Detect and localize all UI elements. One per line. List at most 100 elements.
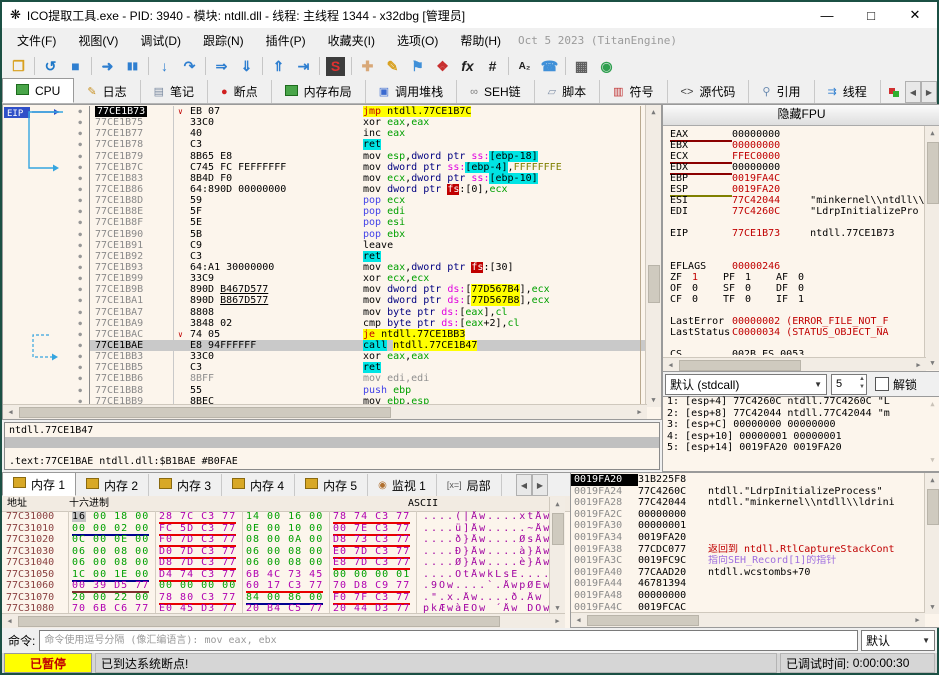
calling-convention-select[interactable]: 默认 (stdcall) ▼ (665, 373, 827, 395)
stack-vscrollbar[interactable]: ▲ ▼ (924, 473, 939, 614)
disasm-row[interactable]: ● 77CE1B75 33C0 xor eax,eax (3, 117, 647, 129)
disasm-row[interactable]: ●77CE1B8E5Fpop ediedi (3, 206, 647, 218)
settings-icon[interactable]: S (323, 55, 348, 78)
breakpoint-dot[interactable]: ● (78, 240, 82, 251)
breakpoint-dot[interactable]: ● (78, 162, 82, 173)
breakpoint-dot[interactable]: ● (78, 329, 82, 340)
breakpoint-dot[interactable]: ● (78, 206, 82, 217)
breakpoint-dot[interactable]: ● (78, 307, 82, 318)
dump-row[interactable]: 77C31070 20 00 22 00 78 80 C3 77 84 00 86 0… (2, 591, 550, 605)
register-row[interactable]: EBX 00000000 (663, 140, 925, 151)
stack-row[interactable]: 0019FA40 77CAAD20 ntdll.wcstombs+70 (571, 567, 926, 579)
disasm-row[interactable]: ● 77CE1BB3 33C0 xor eax,eax (3, 351, 647, 363)
disasm-row[interactable]: ● 77CE1BAC ∨ 74 05 je ntdll.77CE1BB3 (3, 328, 647, 340)
command-input[interactable] (39, 630, 858, 651)
register-row[interactable]: EFLAGS 00000246 (663, 261, 925, 272)
breakpoint-dot[interactable]: ● (78, 385, 82, 396)
step-into-icon[interactable]: ↓ (152, 55, 177, 78)
breakpoint-dot[interactable]: ● (78, 184, 82, 195)
comment-icon[interactable]: ✎ (380, 55, 405, 78)
disasm-hscrollbar[interactable]: ◀ ▶ (3, 404, 647, 419)
tab-references[interactable]: ⚲ 引用 (749, 80, 815, 103)
tab-notes[interactable]: ▤ 笔记 (140, 80, 208, 103)
open-file-icon[interactable]: ❐ (6, 55, 31, 78)
stack-hscrollbar[interactable]: ◀ ▶ (571, 612, 925, 627)
dump-row[interactable]: 77C31000 16 00 18 00 28 7C C3 77 14 00 16 0… (2, 511, 550, 524)
minimize-button[interactable]: — (805, 2, 849, 28)
disasm-row[interactable]: ● 77CE1B90 5B pop ebx (3, 228, 647, 240)
argument-row[interactable]: 2: [esp+8] 77C42044 ntdll.77C42044 "m (663, 408, 925, 420)
menu-item-2[interactable]: 调试(D) (129, 29, 192, 51)
register-row[interactable]: CS 002B ES 0053 (663, 349, 925, 355)
menu-item-4[interactable]: 插件(P) (255, 29, 317, 51)
dump-tab-6[interactable]: ◉ 监视 1 (368, 474, 437, 496)
dump-vscrollbar[interactable]: ▲ ▼ (549, 497, 565, 615)
disasm-row[interactable]: ● 77CE1B93 64:A1 30000000 mov eax,dword ptr… (3, 261, 647, 274)
tab-script[interactable]: ▱ 脚本 (534, 80, 601, 103)
tab-threads[interactable]: ⇉ 线程 (814, 80, 881, 103)
stack-row[interactable]: 0019FA30 00000001 (571, 520, 926, 532)
stack-row[interactable]: 0019FA38 77CDC077 返回到 ntdll.RtlCaptureStac… (571, 544, 926, 556)
stack-row[interactable]: 0019FA48 00000000 (571, 590, 926, 602)
stack-row[interactable]: 0019FA20 31B225F8 (571, 474, 926, 486)
disasm-vscrollbar[interactable]: ▲ ▼ (645, 105, 661, 407)
label-icon[interactable]: ⚑ (405, 55, 430, 78)
breakpoint-dot[interactable]: ● (78, 229, 82, 240)
disasm-row[interactable]: ● 77CE1B79 8B65 E8 mov esp,dword ptr ss:[eb… (3, 150, 647, 162)
tab-log[interactable]: ✎ 日志 (74, 80, 141, 103)
disasm-row[interactable]: ● 77CE1BB8 55 push ebp (3, 384, 647, 396)
register-row[interactable]: LastError 00000002 (ERROR_FILE_NOT_F (663, 316, 925, 327)
breakpoint-dot[interactable]: ● (78, 318, 82, 329)
argument-count-spinner[interactable]: 5 ▲ ▼ (831, 373, 867, 395)
close-button[interactable]: ✕ (893, 2, 937, 28)
menu-item-3[interactable]: 跟踪(N) (192, 29, 255, 51)
menu-item-7[interactable]: 帮助(H) (449, 29, 512, 51)
globe-icon[interactable]: ◉ (594, 55, 619, 78)
command-profile-select[interactable]: 默认 ▼ (861, 630, 935, 651)
breakpoint-dot[interactable]: ● (78, 340, 82, 351)
disasm-row[interactable]: ● 77CE1B7C C745 FC FEFFFFFF mov dword ptr s… (3, 161, 647, 173)
run-icon[interactable]: ➜ (95, 55, 120, 78)
dump-tab-7[interactable]: [x=] 局部 (437, 474, 502, 496)
disasm-row[interactable]: ● 77CE1B77 40 inc eax (3, 128, 647, 140)
dump-tab-4[interactable]: 内存 4 (222, 474, 296, 496)
breakpoint-dot[interactable]: ● (78, 295, 82, 306)
argument-row[interactable]: 1: [esp+4] 77C4260C ntdll.77C4260C "L (663, 396, 925, 408)
calculator-icon[interactable]: ▦ (569, 55, 594, 78)
dump-tab-5[interactable]: 内存 5 (295, 474, 369, 496)
handles-icon[interactable]: ☎ (537, 55, 562, 78)
disasm-row[interactable]: ● 77CE1B92 C3 ret (3, 250, 647, 262)
register-row[interactable]: ESI 77C42044 "minkernel\\ntdll\\ (663, 195, 925, 206)
stack-row[interactable]: 0019FA44 46781394 (571, 578, 926, 590)
step-out-icon[interactable]: ⇑ (266, 55, 291, 78)
dump-tab-2[interactable]: 内存 2 (76, 474, 150, 496)
disasm-row[interactable]: ● 77CE1B8D 59 pop ecx (3, 195, 647, 207)
tab-source[interactable]: <> 源代码 (667, 80, 750, 103)
breakpoint-dot[interactable]: ● (78, 362, 82, 373)
menu-item-5[interactable]: 收藏夹(I) (317, 29, 386, 51)
tab-callstack[interactable]: ▣ 调用堆栈 (365, 80, 458, 103)
stack-row[interactable]: 0019FA2C 00000000 (571, 509, 926, 521)
unlock-checkbox[interactable] (875, 377, 889, 391)
breakpoint-dot[interactable]: ● (78, 284, 82, 295)
register-row[interactable]: EIP 77CE1B73 ntdll.77CE1B73 (663, 228, 925, 239)
dump-tab-1[interactable]: 内存 1 (2, 473, 77, 496)
breakpoint-dot[interactable]: ● (78, 173, 82, 184)
tab-memmap[interactable]: 内存布局 (271, 80, 366, 103)
disasm-row[interactable]: ● 77CE1BA7 8808 mov byte ptr ds:[eax],cl (3, 306, 647, 318)
stack-row[interactable]: 0019FA3C 0019FC9C 指向SEH_Record[1]的指针 (571, 555, 926, 567)
patch-icon[interactable]: ✚ (355, 55, 380, 78)
breakpoint-dot[interactable]: ● (78, 217, 82, 228)
graph-icon[interactable] (889, 87, 899, 97)
trace-into-icon[interactable]: ⇒ (209, 55, 234, 78)
trace-over-icon[interactable]: ⇓ (234, 55, 259, 78)
tab-scroll-right[interactable]: ▶ (921, 81, 937, 103)
breakpoint-dot[interactable]: ● (78, 117, 82, 128)
flags-row[interactable]: ZF 1 PF 1 AF 0 (663, 272, 925, 283)
strings-icon[interactable]: A₂ (512, 55, 537, 78)
argument-row[interactable]: 4: [esp+10] 00000001 00000001 (663, 431, 925, 443)
disasm-row[interactable]: ● 77CE1B99 33C9 xor ecx,ecx (3, 273, 647, 285)
stack-row[interactable]: 0019FA24 77C4260C ntdll."LdrpInitializePro… (571, 486, 926, 498)
disasm-row[interactable]: ●77CE1B8F5Epop esiesi (3, 217, 647, 229)
hide-fpu-button[interactable]: 隐藏FPU (663, 105, 939, 126)
